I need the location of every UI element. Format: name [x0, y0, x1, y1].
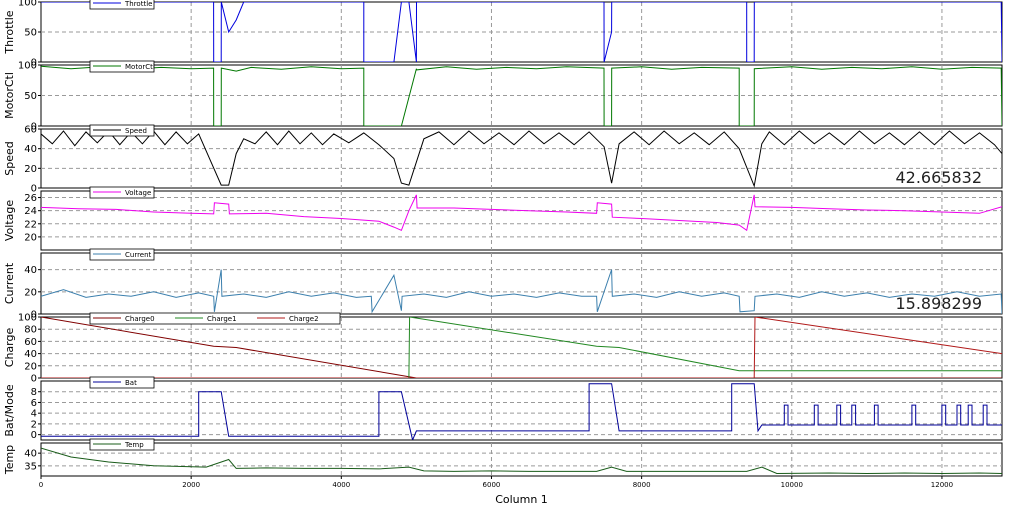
y-tick-label: 50 — [24, 91, 37, 102]
y-axis-label: Throttle — [3, 10, 16, 54]
legend-label: Voltage — [125, 189, 151, 197]
y-tick-label: 100 — [18, 313, 37, 324]
y-tick-label: 24 — [24, 206, 37, 217]
legend: Bat — [89, 376, 155, 389]
legend-label: Charge2 — [289, 315, 319, 323]
y-tick-label: 20 — [24, 287, 37, 298]
panel-frame — [40, 1, 1003, 63]
legend: Voltage — [89, 186, 155, 199]
panel-charge: 0 20406080100Charge Charge0 Charge1 Charge2 — [3, 312, 1003, 385]
legend-label: Bat — [125, 379, 137, 387]
multi-panel-line-chart: 0 50 100 Throttle Throttle 0 50 100 MotorCtl Moto… — [0, 0, 1024, 510]
y-tick-label: 0 — [31, 374, 37, 385]
y-tick-label: 6 — [31, 398, 37, 409]
legend: Speed — [89, 124, 155, 137]
y-tick-label: 40 — [24, 449, 37, 460]
panel-frame — [40, 316, 1003, 379]
y-axis-label: Bat/Mode — [3, 384, 16, 437]
y-tick-label: 0 — [31, 430, 37, 441]
y-axis-label: Temp — [3, 445, 16, 475]
x-tick-label: 2000 — [182, 481, 200, 489]
y-axis-label: Speed — [3, 141, 16, 175]
legend-label: Speed — [125, 127, 147, 135]
x-tick-label: 10000 — [781, 481, 803, 489]
y-tick-label: 20 — [24, 361, 37, 372]
y-tick-label: 100 — [18, 0, 37, 9]
legend: MotorCtl — [89, 60, 155, 73]
y-tick-label: 20 — [24, 232, 37, 243]
legend-label: Charge0 — [125, 315, 155, 323]
y-tick-label: 80 — [24, 325, 37, 336]
x-tick-label: 12000 — [931, 481, 953, 489]
y-tick-label: 100 — [18, 61, 37, 72]
y-tick-label: 60 — [24, 337, 37, 348]
x-tick-label: 4000 — [332, 481, 350, 489]
value-readout: 15.898299 — [895, 294, 982, 313]
y-tick-label: 40 — [24, 144, 37, 155]
y-tick-label: 26 — [24, 193, 37, 204]
y-tick-label: 35 — [24, 461, 37, 472]
legend: Charge0 Charge1 Charge2 — [89, 312, 341, 325]
legend-label: Charge1 — [207, 315, 237, 323]
legend-label: Throttle — [124, 0, 152, 8]
legend-label: MotorCtl — [125, 63, 155, 71]
x-axis-label: Column 1 — [495, 493, 548, 506]
panel-frame — [40, 252, 1003, 315]
panel-frame — [40, 64, 1003, 127]
y-tick-label: 20 — [24, 164, 37, 175]
panel-frame — [40, 190, 1003, 251]
x-tick-label: 8000 — [633, 481, 651, 489]
x-tick-label: 0 — [39, 481, 43, 489]
legend-label: Temp — [124, 441, 144, 449]
panel-voltage: 20 22 24 26 Voltage Voltage — [3, 186, 1003, 251]
x-tick-label: 6000 — [483, 481, 501, 489]
panel-temp: 3540 Temp Temp — [3, 438, 1003, 477]
y-tick-label: 22 — [24, 219, 37, 230]
panel-current: 02040CurrentCurrent15.898299 — [3, 248, 1003, 321]
legend: Throttle — [89, 0, 155, 10]
y-axis-label: Voltage — [3, 200, 16, 241]
y-axis-label: Charge — [3, 328, 16, 368]
chart-canvas: 050100ThrottleThrottle050100MotorCtlMoto… — [3, 0, 1003, 506]
y-tick-label: 8 — [31, 387, 37, 398]
y-tick-label: 2 — [31, 419, 37, 430]
panel-throttle: 050100ThrottleThrottle — [3, 0, 1003, 69]
legend: Current — [89, 248, 155, 261]
y-axis-label: MotorCtl — [3, 72, 16, 119]
y-axis-label: Current — [3, 262, 16, 304]
y-tick-label: 40 — [24, 265, 37, 276]
y-tick-label: 4 — [31, 409, 37, 420]
legend: Temp — [89, 438, 155, 451]
y-tick-label: 60 — [24, 125, 37, 136]
panel-speed: 0204060SpeedSpeed42.665832 — [3, 124, 1003, 195]
y-tick-label: 40 — [24, 349, 37, 360]
legend-label: Current — [125, 251, 152, 259]
panel-motorctl: 050100MotorCtlMotorCtl — [3, 60, 1003, 133]
value-readout: 42.665832 — [895, 168, 982, 187]
y-tick-label: 50 — [24, 28, 37, 39]
panel-bat-mode: 02468Bat/ModeBat — [3, 376, 1003, 441]
